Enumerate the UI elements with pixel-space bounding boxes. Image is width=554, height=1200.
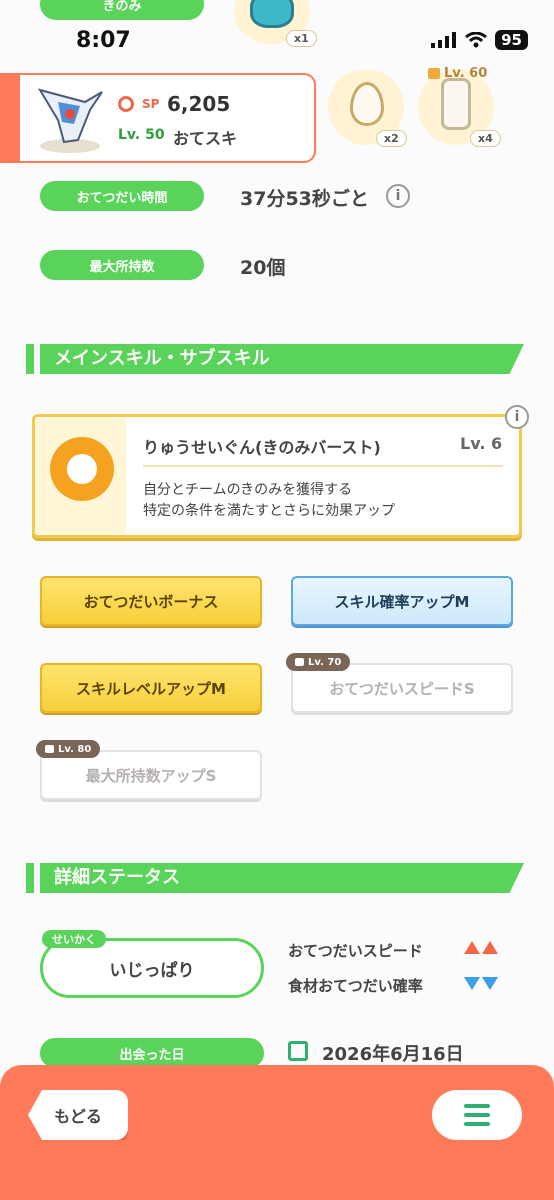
detail-section-title: 詳細ステータス: [40, 863, 524, 893]
skills-section-title: メインスキル・サブスキル: [40, 344, 524, 374]
main-skill-desc-line2: 特定の条件を満たすとさらに効果アップ: [143, 503, 395, 519]
milk-lock-level-text: Lv. 60: [444, 66, 488, 81]
sub-skill-2[interactable]: スキル確率アップM: [291, 576, 513, 626]
battery-indicator: 95: [495, 30, 528, 50]
main-skill-desc-line1: 自分とチームのきのみを獲得する: [143, 482, 353, 498]
pokemon-level: Lv. 50: [118, 127, 165, 143]
back-button[interactable]: もどる: [28, 1090, 128, 1140]
calendar-icon: [288, 1041, 308, 1061]
berry-label: きのみ: [40, 0, 204, 20]
menu-icon: [464, 1104, 490, 1108]
sub-skill-3[interactable]: スキルレベルアップM: [40, 663, 262, 713]
nature-up-arrows: [464, 941, 498, 954]
arrow-up-icon: [464, 941, 480, 954]
nature-effect-down-label: 食材おてつだい確率: [288, 977, 423, 995]
met-date-value: 2026年6月16日: [322, 1044, 464, 1065]
lock-icon: [428, 68, 440, 79]
menu-button[interactable]: [432, 1090, 522, 1140]
berry-count: x1: [286, 30, 317, 47]
skills-section-header: メインスキル・サブスキル: [26, 344, 524, 374]
skill-divider: [143, 465, 503, 467]
main-skill-description: 自分とチームのきのみを獲得する 特定の条件を満たすとさらに効果アップ: [143, 480, 395, 522]
help-time-value: 37分53秒ごと: [240, 188, 369, 210]
pokemon-card-accent: [0, 73, 20, 163]
max-carry-value: 20個: [240, 257, 286, 279]
egg-icon: [350, 82, 384, 126]
section-stripe: [26, 344, 34, 374]
menu-icon-bar: [464, 1113, 490, 1117]
section-stripe: [26, 863, 34, 893]
berry-icon: [250, 0, 294, 28]
milk-count: x4: [470, 130, 501, 147]
nature-effect-up-label: おてつだいスピード: [288, 942, 423, 960]
sp-value: 6,205: [167, 92, 231, 116]
help-time-info-icon[interactable]: i: [386, 184, 410, 208]
milk-lock-level: Lv. 60: [428, 66, 487, 81]
sub-skill-5-lock: Lv. 80: [36, 740, 101, 758]
nature-tag: せいかく: [42, 930, 106, 948]
status-time: 8:07: [76, 28, 131, 53]
nature-down-arrows: [464, 977, 498, 990]
main-skill-info-icon[interactable]: i: [505, 405, 529, 429]
wifi-icon: [465, 32, 488, 48]
milk-icon: [441, 78, 471, 130]
arrow-down-icon: [482, 977, 498, 990]
lock-icon: [45, 745, 54, 753]
arrow-up-icon: [482, 941, 498, 954]
main-skill-name: りゅうせいぐん(きのみバースト): [143, 438, 381, 457]
sp-label: SP: [142, 97, 160, 111]
sub-skill-1[interactable]: おてつだいボーナス: [40, 576, 262, 626]
pokemon-sprite: [37, 88, 103, 153]
status-icons: 95: [431, 30, 528, 50]
sp-icon: [118, 96, 134, 112]
pokemon-name: おてスキ: [173, 129, 238, 148]
berry-burst-icon: [50, 437, 114, 501]
sub-skill-4-lock: Lv. 70: [286, 653, 351, 671]
main-skill-level: Lv. 6: [460, 434, 503, 453]
sub-skill-4-lock-level: Lv. 70: [308, 656, 342, 668]
help-time-label: おてつだい時間: [40, 181, 204, 211]
signal-icon: [431, 32, 457, 48]
met-date-label: 出会った日: [40, 1038, 264, 1068]
egg-count: x2: [376, 130, 407, 147]
detail-section-header: 詳細ステータス: [26, 863, 524, 893]
menu-icon-bar: [464, 1122, 490, 1126]
sub-skill-5-lock-level: Lv. 80: [58, 743, 92, 755]
lock-icon: [295, 658, 304, 666]
max-carry-label: 最大所持数: [40, 250, 204, 280]
arrow-down-icon: [464, 977, 480, 990]
